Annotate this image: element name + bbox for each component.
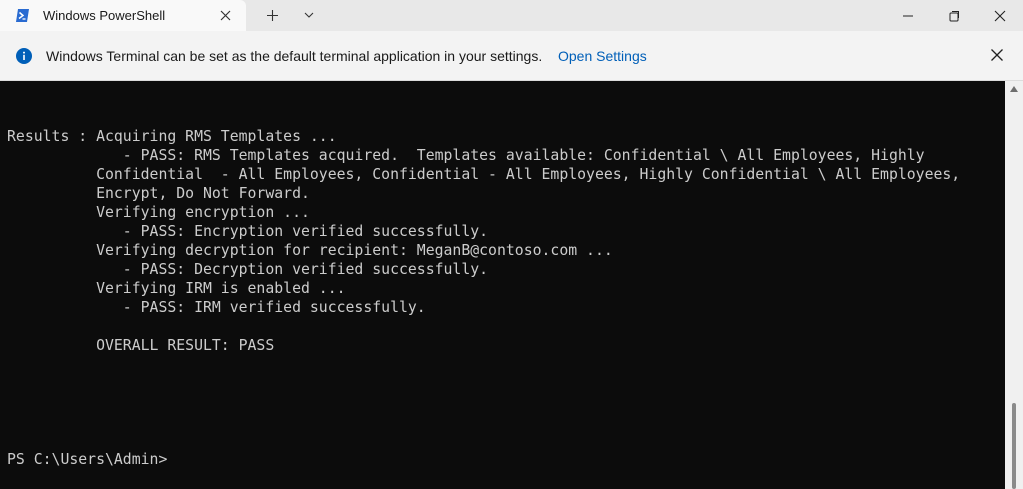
maximize-button[interactable] — [931, 0, 977, 31]
terminal-line: OVERALL RESULT: PASS — [7, 337, 275, 354]
close-icon — [994, 10, 1006, 22]
title-bar[interactable]: Windows PowerShell — [0, 0, 1023, 31]
minimize-button[interactable] — [885, 0, 931, 31]
terminal-prompt[interactable]: PS C:\Users\Admin> — [7, 450, 167, 469]
tab-close-icon[interactable] — [218, 8, 233, 23]
tab-title: Windows PowerShell — [43, 8, 166, 23]
terminal-line: - PASS: IRM verified successfully. — [7, 299, 426, 316]
terminal-line: Verifying IRM is enabled ... — [7, 280, 346, 297]
info-bar: Windows Terminal can be set as the defau… — [0, 31, 1023, 81]
terminal-line: Verifying decryption for recipient: Mega… — [7, 242, 613, 259]
scroll-up-arrow-icon[interactable] — [1010, 86, 1018, 92]
vertical-scrollbar[interactable] — [1005, 81, 1023, 489]
new-tab-plus-icon[interactable] — [265, 8, 280, 23]
terminal-line: Confidential - All Employees, Confidenti… — [7, 166, 961, 183]
terminal-line: Verifying encryption ... — [7, 204, 310, 221]
terminal-line: - PASS: Decryption verified successfully… — [7, 261, 489, 278]
terminal-line: Results : Acquiring RMS Templates ... — [7, 128, 337, 145]
tab-windows-powershell[interactable]: Windows PowerShell — [0, 0, 246, 31]
terminal-window: Windows PowerShell Windows Terminal can … — [0, 0, 1023, 489]
terminal-output[interactable]: Results : Acquiring RMS Templates ... - … — [0, 81, 1005, 489]
scrollbar-thumb[interactable] — [1012, 403, 1016, 489]
info-icon — [16, 48, 32, 64]
close-window-button[interactable] — [977, 0, 1023, 31]
terminal-line: Encrypt, Do Not Forward. — [7, 185, 310, 202]
minimize-icon — [903, 15, 913, 17]
terminal-line: - PASS: RMS Templates acquired. Template… — [7, 147, 925, 164]
chevron-down-icon[interactable] — [302, 8, 316, 22]
open-settings-link[interactable]: Open Settings — [558, 48, 647, 64]
powershell-icon — [16, 9, 29, 22]
info-message: Windows Terminal can be set as the defau… — [46, 48, 543, 64]
terminal-line: - PASS: Encryption verified successfully… — [7, 223, 489, 240]
dismiss-infobar-icon[interactable] — [990, 48, 1004, 62]
maximize-icon — [949, 11, 959, 22]
